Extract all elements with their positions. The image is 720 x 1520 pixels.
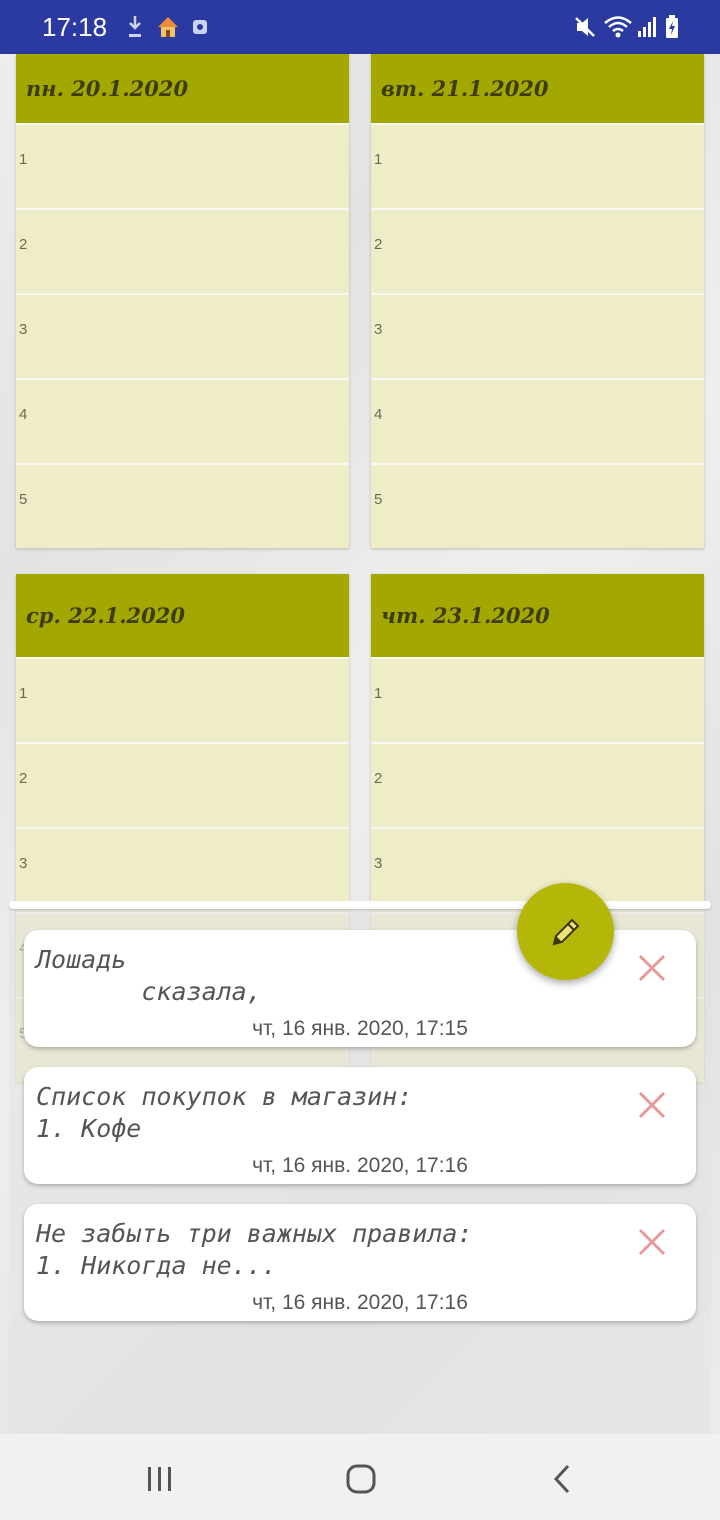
note-card[interactable]: Не забыть три важных правила: 1. Никогда… [24, 1204, 696, 1321]
note-text: Не забыть три важных правила: 1. Никогда… [36, 1219, 473, 1280]
time-slot[interactable]: 5 [371, 463, 704, 548]
navigation-bar [0, 1434, 720, 1520]
download-icon [129, 16, 141, 37]
close-icon[interactable] [636, 1089, 668, 1121]
status-bar: 17:18 [0, 0, 720, 54]
day-header-label: пн. 20.1.2020 [26, 76, 189, 101]
slot-number: 2 [374, 770, 383, 787]
time-slot[interactable]: 5 [16, 463, 349, 548]
close-icon[interactable] [636, 952, 668, 984]
time-slot[interactable]: 1 [371, 657, 704, 742]
slot-number: 2 [19, 236, 28, 253]
recent-apps-button[interactable] [135, 1454, 185, 1504]
note-text: Список покупок в магазин: 1. Кофе [36, 1082, 413, 1143]
day-header-label: ср. 22.1.2020 [26, 603, 185, 628]
time-slot[interactable]: 2 [16, 208, 349, 293]
day-header[interactable]: ср. 22.1.2020 [16, 574, 349, 657]
slot-number: 4 [19, 406, 28, 423]
time-slot[interactable]: 1 [371, 123, 704, 208]
home-button[interactable] [336, 1454, 386, 1504]
slot-number: 3 [19, 321, 28, 338]
app-icon [193, 20, 207, 34]
day-header[interactable]: вт. 21.1.2020 [371, 54, 704, 123]
time-slot[interactable]: 3 [371, 293, 704, 378]
slot-number: 3 [19, 855, 28, 872]
day-card-monday: пн. 20.1.2020 1 2 3 4 5 [16, 54, 349, 548]
time-slot[interactable]: 2 [371, 742, 704, 827]
status-time: 17:18 [42, 12, 108, 42]
wifi-icon [604, 16, 632, 38]
time-slot[interactable]: 1 [16, 123, 349, 208]
time-slot[interactable]: 4 [16, 378, 349, 463]
note-date: чт, 16 янв. 2020, 17:16 [252, 1154, 468, 1177]
back-icon [553, 1464, 570, 1494]
slot-number: 4 [374, 406, 383, 423]
note-card[interactable]: Список покупок в магазин: 1. Кофе чт, 16… [24, 1067, 696, 1184]
recent-apps-icon [148, 1467, 171, 1491]
day-header[interactable]: чт. 23.1.2020 [371, 574, 704, 657]
slot-number: 5 [374, 491, 383, 508]
back-button[interactable] [538, 1454, 588, 1504]
mute-icon [575, 17, 595, 37]
slot-number: 3 [374, 855, 383, 872]
time-slot[interactable]: 3 [16, 827, 349, 912]
day-card-tuesday: вт. 21.1.2020 1 2 3 4 5 [371, 54, 704, 548]
time-slot[interactable]: 3 [16, 293, 349, 378]
day-header-label: чт. 23.1.2020 [381, 603, 550, 628]
battery-icon [666, 15, 678, 38]
time-slot[interactable]: 2 [371, 208, 704, 293]
note-text: Лошадь сказала, [36, 945, 262, 1006]
edit-fab-button[interactable] [517, 883, 614, 980]
time-slot[interactable]: 4 [371, 378, 704, 463]
slot-number: 2 [374, 236, 383, 253]
slot-number: 5 [19, 491, 28, 508]
close-icon[interactable] [636, 1226, 668, 1258]
note-date: чт, 16 янв. 2020, 17:16 [252, 1291, 468, 1314]
slot-number: 1 [374, 151, 383, 168]
time-slot[interactable]: 2 [16, 742, 349, 827]
pencil-icon [552, 918, 579, 945]
home-icon [346, 1464, 376, 1494]
note-date: чт, 16 янв. 2020, 17:15 [252, 1017, 468, 1040]
slot-number: 1 [19, 151, 28, 168]
day-header-label: вт. 21.1.2020 [381, 76, 549, 101]
time-slot[interactable]: 1 [16, 657, 349, 742]
slot-number: 2 [19, 770, 28, 787]
day-header[interactable]: пн. 20.1.2020 [16, 54, 349, 123]
slot-number: 1 [374, 685, 383, 702]
signal-icon [638, 17, 656, 37]
slot-number: 3 [374, 321, 383, 338]
house-icon [158, 17, 178, 37]
slot-number: 1 [19, 685, 28, 702]
